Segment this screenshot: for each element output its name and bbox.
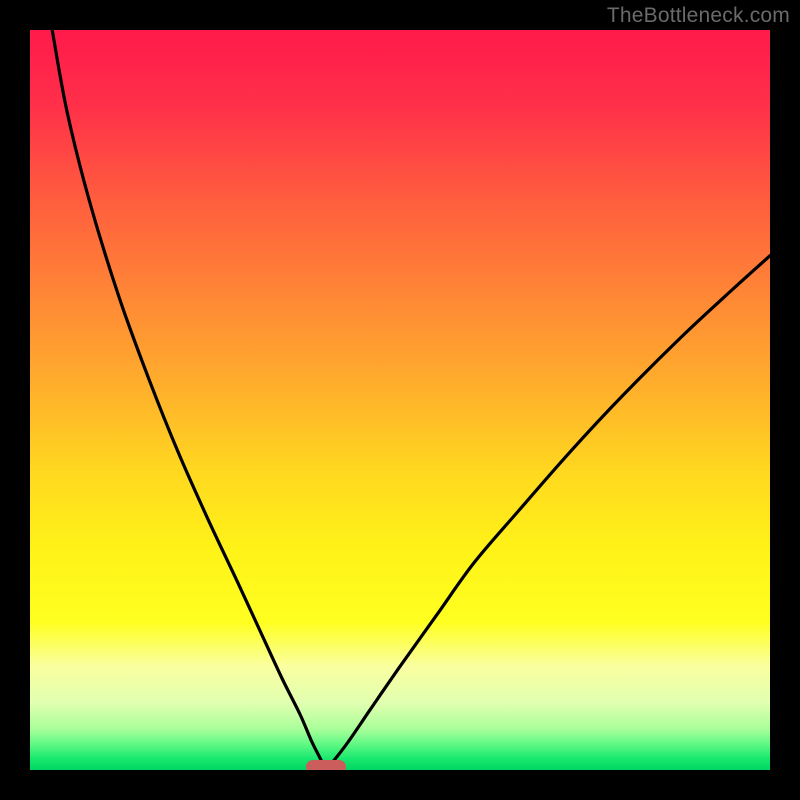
plot-area bbox=[30, 30, 770, 770]
bottleneck-curve bbox=[30, 30, 770, 770]
chart-frame: TheBottleneck.com bbox=[0, 0, 800, 800]
watermark-text: TheBottleneck.com bbox=[607, 4, 790, 28]
optimal-marker bbox=[306, 760, 347, 770]
